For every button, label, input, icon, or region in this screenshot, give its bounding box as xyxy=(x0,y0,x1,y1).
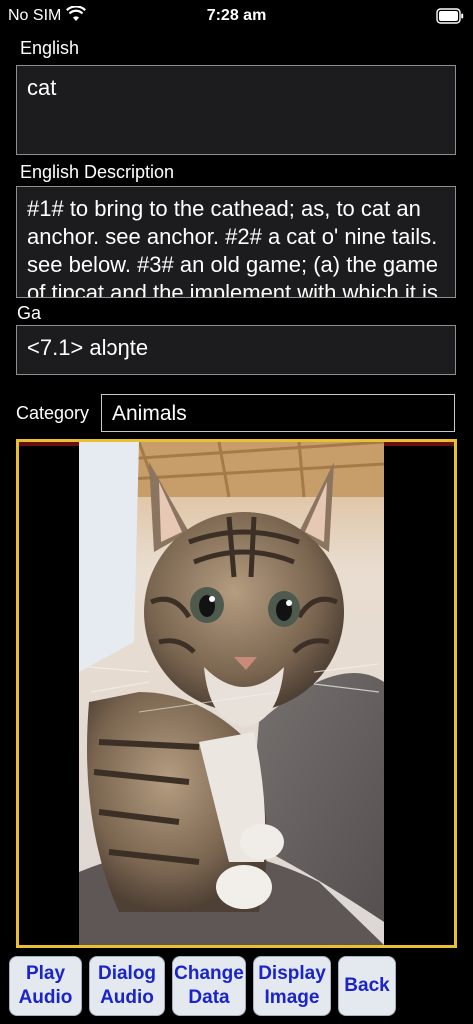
dialog-audio-button[interactable]: Dialog Audio xyxy=(89,956,165,1016)
ga-field[interactable]: <7.1> alɔŋte xyxy=(16,325,456,375)
ga-label: Ga xyxy=(17,303,42,323)
display-image-button[interactable]: Display Image xyxy=(253,956,331,1016)
english-value: cat xyxy=(27,75,57,100)
description-field[interactable]: #1# to bring to the cathead; as, to cat … xyxy=(16,186,456,298)
play-audio-button[interactable]: Play Audio xyxy=(9,956,82,1016)
kitten-photo xyxy=(79,442,384,945)
description-value: #1# to bring to the cathead; as, to cat … xyxy=(27,196,438,298)
category-value: Animals xyxy=(112,402,187,425)
status-bar: No SIM 7:28 am xyxy=(0,0,473,34)
change-data-button[interactable]: Change Data xyxy=(172,956,246,1016)
english-label: English xyxy=(20,38,80,58)
status-time: 7:28 am xyxy=(206,7,267,24)
battery-icon xyxy=(436,8,464,24)
english-field[interactable]: cat xyxy=(16,65,456,155)
back-button[interactable]: Back xyxy=(338,956,396,1016)
description-label: English Description xyxy=(20,162,175,182)
category-label: Category xyxy=(16,403,90,423)
ga-value: <7.1> alɔŋte xyxy=(27,335,149,360)
category-field[interactable]: Animals xyxy=(101,394,455,432)
image-frame xyxy=(16,439,457,948)
